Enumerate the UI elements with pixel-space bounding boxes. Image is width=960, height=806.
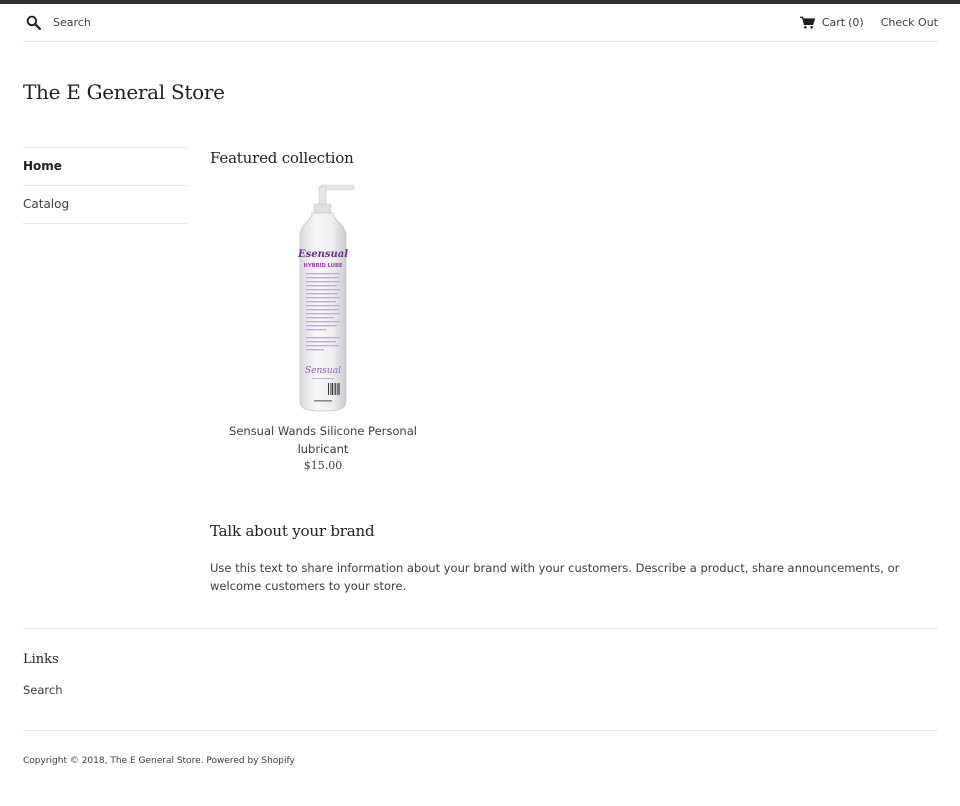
search-icon[interactable] [21, 11, 45, 35]
product-card[interactable]: Esensual HYBRID LUBE Sensual Sensual Wan… [210, 183, 436, 472]
search-form [23, 11, 253, 35]
cart-icon [799, 16, 815, 29]
store-logo[interactable]: The E General Store [23, 80, 938, 110]
copyright-store-link[interactable]: The E General Store [110, 756, 200, 766]
checkout-link[interactable]: Check Out [881, 16, 938, 29]
sidebar-item-home[interactable]: Home [23, 147, 188, 185]
bottle-product-text: HYBRID LUBE [304, 263, 343, 269]
sidebar-nav: Home Catalog [23, 147, 188, 595]
powered-by-shopify-link[interactable]: Powered by Shopify [206, 756, 295, 766]
footer-link-search[interactable]: Search [23, 683, 938, 697]
featured-collection-title: Featured collection [210, 149, 354, 167]
footer: Links Search Copyright © 2018, The E Gen… [23, 628, 938, 766]
search-input[interactable] [53, 16, 253, 29]
cart-link[interactable]: Cart (0) [799, 16, 864, 29]
copyright-prefix: Copyright © 2018, [23, 756, 108, 766]
page: Cart (0) Check Out The E General Store H… [23, 4, 938, 766]
product-price: $15.00 [303, 459, 343, 472]
footer-links-section: Links Search [23, 628, 938, 697]
content-columns: Home Catalog Featured collection Esensua… [23, 147, 938, 595]
bottle-brand-text: Esensual [297, 249, 348, 260]
brand-text: Use this text to share information about… [210, 561, 900, 593]
sidebar-item-catalog[interactable]: Catalog [23, 185, 188, 224]
top-links: Cart (0) Check Out [799, 16, 938, 29]
footer-copyright: Copyright © 2018, The E General Store. P… [23, 730, 938, 766]
footer-links-title: Links [23, 652, 59, 667]
brand-title: Talk about your brand [210, 522, 375, 540]
product-image[interactable]: Esensual HYBRID LUBE Sensual [290, 183, 356, 413]
cart-count: (0) [848, 16, 864, 29]
top-bar: Cart (0) Check Out [23, 4, 938, 42]
product-name[interactable]: Sensual Wands Silicone Personal lubrican… [210, 422, 436, 458]
bottle-logo-text: Sensual [305, 366, 341, 376]
main-content: Featured collection Esensual HYBRID LUBE… [210, 147, 938, 595]
cart-label: Cart [821, 16, 846, 29]
